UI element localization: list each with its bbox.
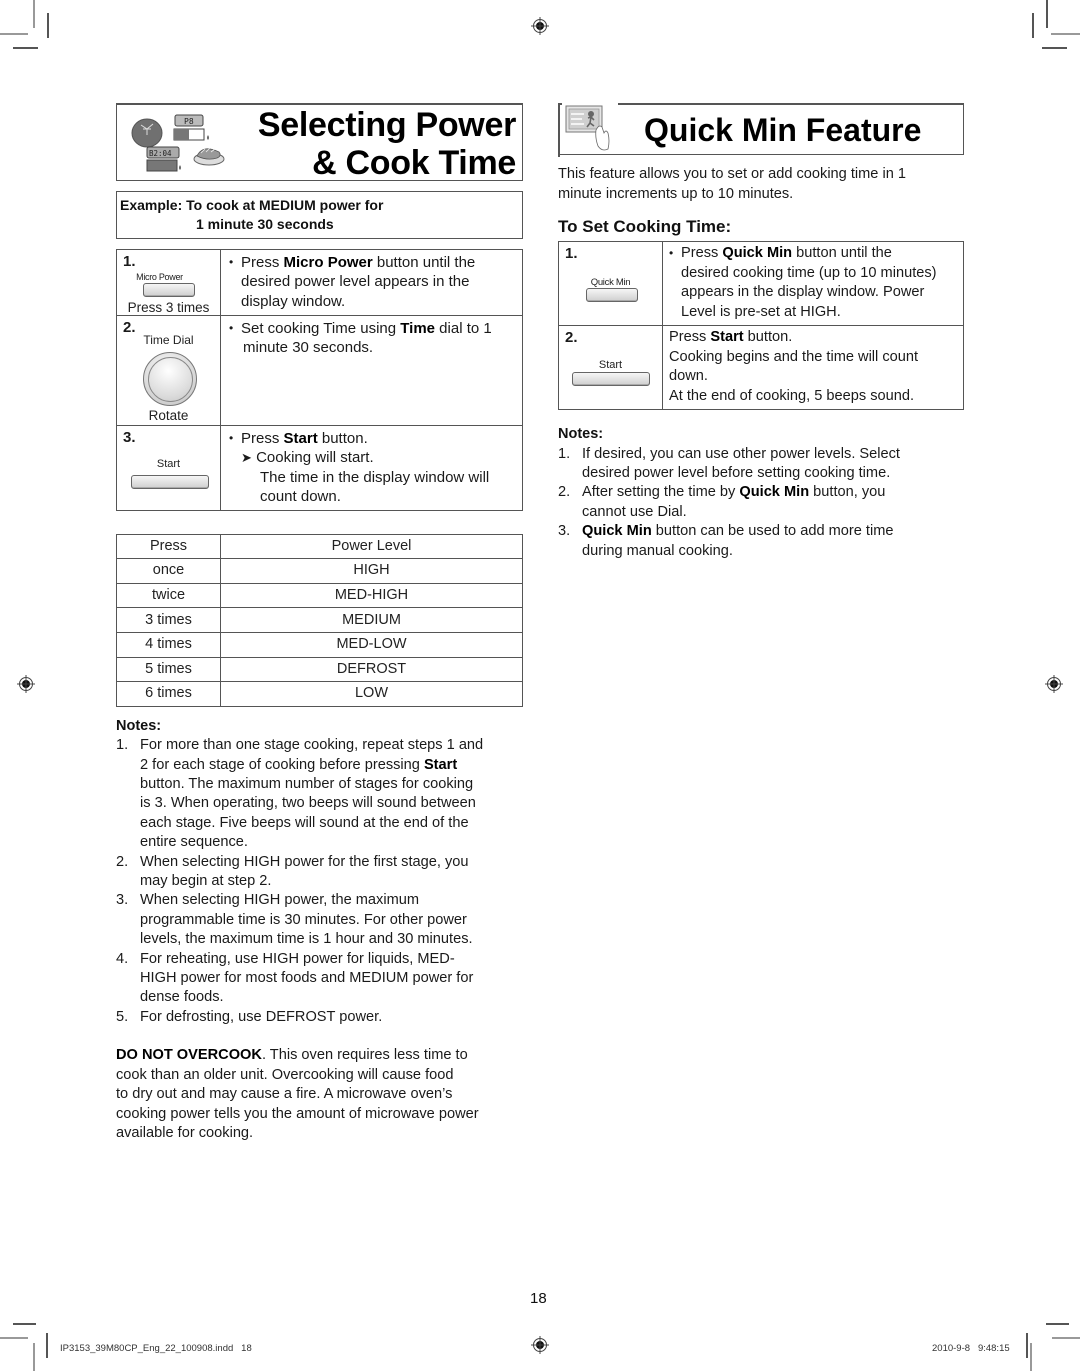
arrow-icon: ➤ — [241, 450, 252, 466]
note-item: 5. For defrosting, use DEFROST power. — [116, 1008, 383, 1025]
note-item: 2. After setting the time by Quick Min b… — [558, 484, 886, 520]
svg-text:B2:04: B2:04 — [149, 149, 172, 158]
selecting-power-section: P8 B2:04 Selecting Power & Cook Time Exa… — [116, 103, 523, 1143]
step-number: 3. — [123, 429, 136, 446]
crop-mark — [1030, 1343, 1032, 1371]
table-header-row: Press Power Level — [116, 533, 523, 560]
note-item: 3. Quick Min button can be used to add m… — [558, 523, 894, 559]
step-2-instructions: Set cooking Time using Time dial to 1 mi… — [220, 315, 523, 426]
registration-crosshair-icon — [17, 675, 35, 693]
note-item: 2. When selecting HIGH power for the fir… — [116, 853, 469, 890]
column-header: Power Level — [220, 533, 523, 560]
hand-pressing-button-icon — [562, 102, 618, 154]
step-row: 2. Start Press Start button. Cooking beg… — [558, 325, 964, 411]
micro-power-button[interactable] — [143, 283, 195, 297]
crop-mark — [47, 13, 49, 38]
quick-min-steps-table: 1. Quick Min Press Quick Min button unti… — [558, 241, 964, 411]
crop-mark — [1026, 1333, 1028, 1358]
print-slug-timestamp: 2010-9-8 9:48:15 — [932, 1343, 1010, 1354]
warning-heading: DO NOT OVERCOOK — [116, 1047, 262, 1064]
crop-mark — [13, 1323, 36, 1325]
time-dial-label: Time Dial — [143, 333, 194, 347]
table-row: 4 times MED-LOW — [116, 632, 523, 658]
crop-mark — [1046, 0, 1048, 28]
print-slug-filename: IP3153_39M80CP_Eng_22_100908.indd 18 — [60, 1343, 252, 1354]
step-2-visual: 2. Start — [558, 325, 663, 411]
note-item: 3. When selecting HIGH power, the maximu… — [116, 892, 473, 948]
step-2-caption: Rotate — [148, 408, 189, 423]
subsection-heading: To Set Cooking Time: — [558, 217, 732, 237]
step-row: 1. Micro Power Press 3 times Press Micro… — [116, 249, 523, 316]
start-button[interactable] — [572, 372, 650, 387]
step-3-visual: 3. Start — [116, 425, 221, 511]
step-1-visual: 1. Quick Min — [558, 241, 663, 327]
note-item: 4. For reheating, use HIGH power for liq… — [116, 950, 474, 1006]
section-title-box: P8 B2:04 Selecting Power & Cook Time — [116, 103, 523, 182]
food-display-icon: P8 B2:04 — [131, 114, 225, 172]
crop-mark — [1051, 33, 1080, 35]
quick-min-button[interactable] — [586, 288, 638, 303]
notes-heading: Notes: — [116, 717, 162, 734]
page-title: Quick Min Feature — [644, 112, 922, 148]
step-row: 2. Time Dial Rotate Set cooking Time usi… — [116, 315, 523, 426]
step-row: 1. Quick Min Press Quick Min button unti… — [558, 241, 964, 327]
section-title-box: Quick Min Feature — [558, 102, 964, 157]
table-row: twice MED-HIGH — [116, 582, 523, 609]
step-1-instructions: Press Micro Power button until the desir… — [220, 249, 523, 316]
svg-text:P8: P8 — [184, 117, 194, 126]
crop-mark — [1042, 47, 1067, 49]
example-line-1: Example: To cook at MEDIUM power for — [120, 197, 384, 213]
registration-crosshair-icon — [531, 1336, 549, 1354]
start-button[interactable] — [131, 475, 209, 489]
crop-mark — [33, 0, 35, 28]
notes-heading: Notes: — [558, 426, 604, 443]
overcook-warning: DO NOT OVERCOOK. This oven requires less… — [116, 1047, 479, 1141]
table-row: once HIGH — [116, 558, 523, 584]
steps-table: 1. Micro Power Press 3 times Press Micro… — [116, 249, 523, 511]
step-1-caption: Press 3 times — [127, 300, 210, 315]
crop-mark — [13, 47, 38, 49]
step-number: 2. — [565, 329, 578, 347]
column-header: Press — [116, 533, 221, 560]
page-title: Selecting Power & Cook Time — [258, 106, 516, 182]
registration-crosshair-icon — [1045, 675, 1063, 693]
step-1-visual: 1. Micro Power Press 3 times — [116, 249, 221, 316]
table-row: 6 times LOW — [116, 681, 523, 707]
power-level-table: Press Power Level once HIGH twice MED-HIGH… — [116, 533, 523, 707]
example-box: Example: To cook at MEDIUM power for 1 m… — [116, 191, 523, 239]
quick-min-section: Quick Min Feature This feature allows yo… — [558, 102, 964, 561]
intro-text: This feature allows you to set or add co… — [558, 166, 906, 202]
crop-mark — [0, 33, 28, 35]
crop-mark — [0, 1337, 28, 1339]
time-dial[interactable] — [143, 352, 197, 406]
crop-mark — [1052, 1337, 1080, 1339]
step-2-instructions: Press Start button. Cooking begins and t… — [662, 325, 964, 411]
start-label: Start — [156, 458, 181, 470]
example-line-2: 1 minute 30 seconds — [196, 216, 334, 232]
title-line-1: Selecting Power — [257, 106, 516, 144]
note-item: 1. For more than one stage cooking, repe… — [116, 737, 484, 851]
notes-section: Notes: 1. If desired, you can use other … — [558, 425, 964, 561]
step-row: 3. Start Press Start button. ➤ Cooking w… — [116, 425, 523, 511]
note-item: 1. If desired, you can use other power l… — [558, 445, 900, 481]
crop-mark — [1032, 13, 1034, 38]
table-row: 5 times DEFROST — [116, 656, 523, 683]
crop-mark — [1046, 1323, 1069, 1325]
step-2-visual: 2. Time Dial Rotate — [116, 315, 221, 426]
crop-mark — [33, 1343, 35, 1371]
registration-crosshair-icon — [531, 17, 549, 35]
page-number: 18 — [530, 1290, 547, 1307]
step-number: 1. — [565, 245, 578, 263]
title-line-2: & Cook Time — [312, 144, 516, 182]
crop-mark — [46, 1333, 48, 1358]
notes-section: Notes: 1. For more than one stage cookin… — [116, 717, 523, 1028]
step-3-instructions: Press Start button. ➤ Cooking will start… — [220, 425, 523, 511]
step-1-instructions: Press Quick Min button until the desired… — [662, 241, 964, 327]
table-row: 3 times MEDIUM — [116, 607, 523, 633]
